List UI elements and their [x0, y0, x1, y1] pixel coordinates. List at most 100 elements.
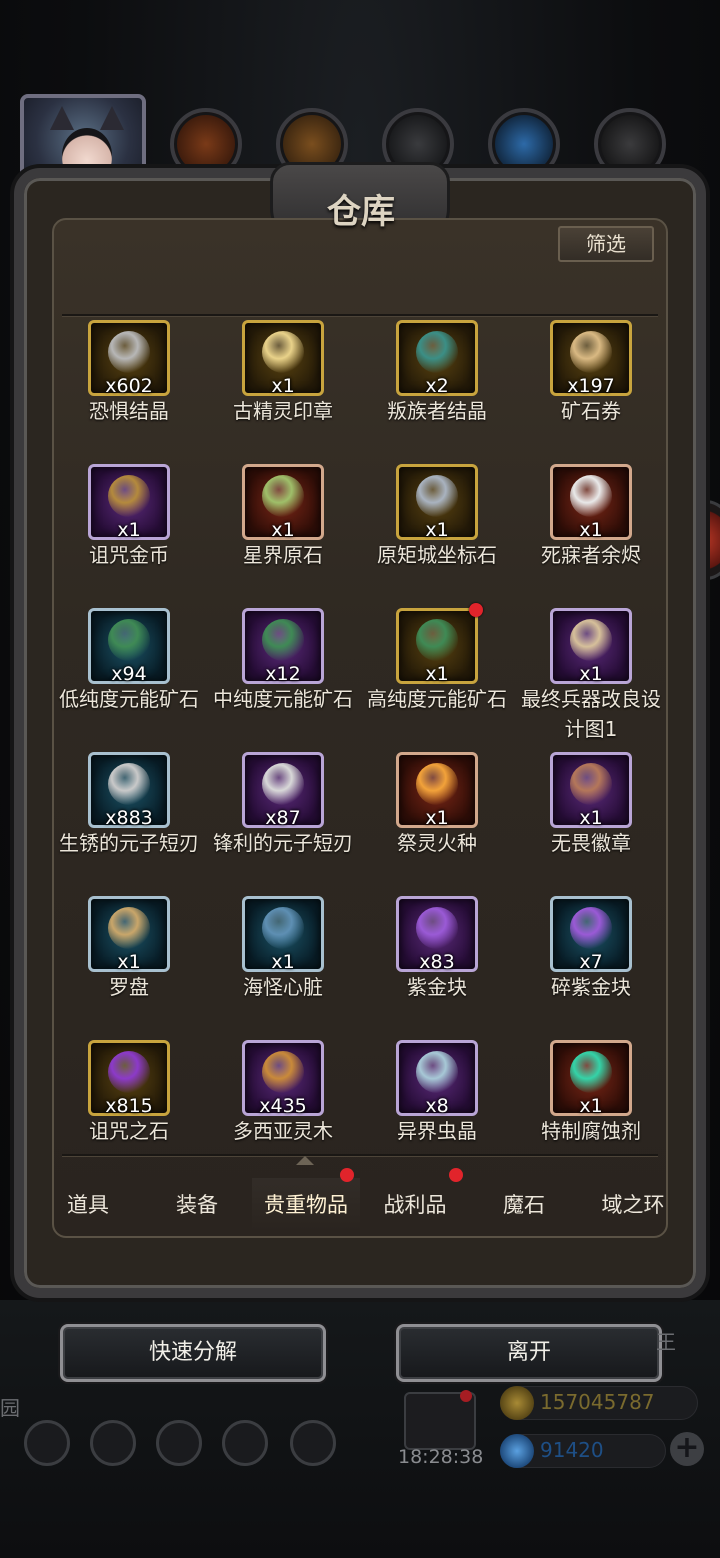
item-name: 死寐者余烬 — [541, 543, 641, 567]
item-count: x602 — [105, 375, 153, 397]
inventory-item[interactable]: x602 恐惧结晶 — [52, 320, 206, 426]
inventory-item[interactable]: x1 特制腐蚀剂 — [514, 1040, 668, 1146]
add-gems-button[interactable]: + — [670, 1432, 704, 1466]
tab-1[interactable]: 装备 — [143, 1178, 251, 1232]
wood-log-icon — [262, 1051, 304, 1093]
item-slot[interactable]: x197 — [550, 320, 632, 397]
item-count: x7 — [579, 951, 603, 973]
inventory-item[interactable]: x883 生锈的元子短刃 — [52, 752, 206, 858]
item-slot[interactable]: x1 — [88, 896, 170, 973]
item-count: x1 — [425, 519, 449, 541]
settings-icon[interactable] — [24, 1420, 70, 1466]
gift-notification-dot — [460, 1390, 472, 1402]
item-count: x1 — [271, 951, 295, 973]
inventory-item[interactable]: x1 原矩城坐标石 — [360, 464, 514, 570]
inventory-item[interactable]: x1 诅咒金币 — [52, 464, 206, 570]
gold-amount: 157045787 — [540, 1390, 655, 1414]
rank-icon[interactable] — [156, 1420, 202, 1466]
inventory-item[interactable]: x7 碎紫金块 — [514, 896, 668, 1002]
inventory-item[interactable]: x1 祭灵火种 — [360, 752, 514, 858]
item-name: 特制腐蚀剂 — [541, 1119, 641, 1143]
star-icon[interactable] — [90, 1420, 136, 1466]
item-slot[interactable]: x1 — [88, 464, 170, 541]
gold-coin-icon — [500, 1386, 534, 1420]
inventory-item[interactable]: x1 古精灵印章 — [206, 320, 360, 426]
item-slot[interactable]: x12 — [242, 608, 324, 685]
category-tabs: 道具 装备 贵重物品 战利品 魔石 域之环 — [34, 1168, 687, 1232]
green-ore-icon — [262, 475, 304, 517]
inventory-item[interactable]: x1 高纯度元能矿石 — [360, 603, 514, 714]
inventory-item[interactable]: x1 无畏徽章 — [514, 752, 668, 858]
item-slot[interactable]: x1 — [550, 464, 632, 541]
item-name: 原矩城坐标石 — [377, 543, 497, 567]
item-name: 诅咒金币 — [89, 543, 169, 567]
inventory-item[interactable]: x815 诅咒之石 — [52, 1040, 206, 1146]
item-slot[interactable]: x1 — [242, 320, 324, 397]
ice-shard-icon — [416, 1051, 458, 1093]
inventory-item[interactable]: x8 异界虫晶 — [360, 1040, 514, 1146]
mail-icon[interactable] — [222, 1420, 268, 1466]
tab-0[interactable]: 道具 — [34, 1178, 142, 1232]
tab-notification-dot — [340, 1168, 354, 1182]
item-count: x8 — [425, 1095, 449, 1117]
item-slot[interactable]: x8 — [396, 1040, 478, 1117]
item-slot[interactable]: x1 — [242, 896, 324, 973]
tab-indicator-icon — [296, 1156, 314, 1165]
quick-decompose-button[interactable]: 快速分解 — [60, 1324, 326, 1382]
item-slot[interactable]: x1 — [550, 1040, 632, 1117]
item-name: 无畏徽章 — [551, 831, 631, 855]
item-grid: x602 恐惧结晶 x1 古精灵印章 x2 叛族者结晶 x197 矿石券 x1 诅咒金币 x1 星界原… — [52, 320, 668, 1150]
item-slot[interactable]: x435 — [242, 1040, 324, 1117]
item-slot[interactable]: x87 — [242, 752, 324, 829]
item-slot[interactable]: x7 — [550, 896, 632, 973]
item-slot[interactable]: x1 — [396, 752, 478, 829]
item-slot[interactable]: x2 — [396, 320, 478, 397]
inventory-item[interactable]: x1 死寐者余烬 — [514, 464, 668, 570]
avatar-ear-left-icon — [50, 106, 74, 130]
item-slot[interactable]: x1 — [396, 603, 483, 685]
item-name: 中纯度元能矿石 — [213, 687, 353, 711]
inventory-item[interactable]: x1 星界原石 — [206, 464, 360, 570]
item-slot[interactable]: x883 — [88, 752, 170, 829]
item-count: x1 — [425, 807, 449, 829]
inventory-item[interactable]: x1 罗盘 — [52, 896, 206, 1002]
inventory-item[interactable]: x1 海怪心脏 — [206, 896, 360, 1002]
inventory-item[interactable]: x2 叛族者结晶 — [360, 320, 514, 426]
lion-coin-icon — [108, 475, 150, 517]
green-ore-cluster-icon — [262, 619, 304, 661]
tab-2[interactable]: 贵重物品 — [252, 1178, 360, 1232]
item-count: x1 — [117, 951, 141, 973]
inventory-item[interactable]: x197 矿石券 — [514, 320, 668, 426]
item-slot[interactable]: x1 — [396, 464, 478, 541]
item-slot[interactable]: x94 — [88, 608, 170, 685]
inventory-item[interactable]: x435 多西亚灵木 — [206, 1040, 360, 1146]
item-name: 低纯度元能矿石 — [59, 687, 199, 711]
item-slot[interactable]: x1 — [550, 752, 632, 829]
item-slot[interactable]: x1 — [550, 608, 632, 685]
flame-icon — [416, 763, 458, 805]
exit-button[interactable]: 离开 — [396, 1324, 662, 1382]
new-item-dot — [469, 603, 483, 617]
stone-cube-icon — [416, 475, 458, 517]
tab-4[interactable]: 魔石 — [470, 1178, 578, 1232]
item-slot[interactable]: x602 — [88, 320, 170, 397]
tab-5[interactable]: 域之环 — [579, 1178, 687, 1232]
heart-icon — [262, 907, 304, 949]
inventory-item[interactable]: x94 低纯度元能矿石 — [52, 608, 206, 714]
item-slot[interactable]: x815 — [88, 1040, 170, 1117]
inventory-item[interactable]: x87 锋利的元子短刃 — [206, 752, 360, 858]
inventory-item[interactable]: x12 中纯度元能矿石 — [206, 608, 360, 714]
tab-3[interactable]: 战利品 — [361, 1178, 469, 1232]
filter-button[interactable]: 筛选 — [558, 226, 654, 262]
item-count: x1 — [271, 519, 295, 541]
item-slot[interactable]: x83 — [396, 896, 478, 973]
item-name: 生锈的元子短刃 — [59, 831, 199, 855]
social-icon[interactable] — [290, 1420, 336, 1466]
bottom-divider — [62, 1154, 658, 1156]
item-count: x815 — [105, 1095, 153, 1117]
item-name: 罗盘 — [109, 975, 149, 999]
inventory-item[interactable]: x1 最终兵器改良设计图1 — [514, 608, 668, 744]
inventory-item[interactable]: x83 紫金块 — [360, 896, 514, 1002]
item-count: x94 — [111, 663, 147, 685]
item-slot[interactable]: x1 — [242, 464, 324, 541]
